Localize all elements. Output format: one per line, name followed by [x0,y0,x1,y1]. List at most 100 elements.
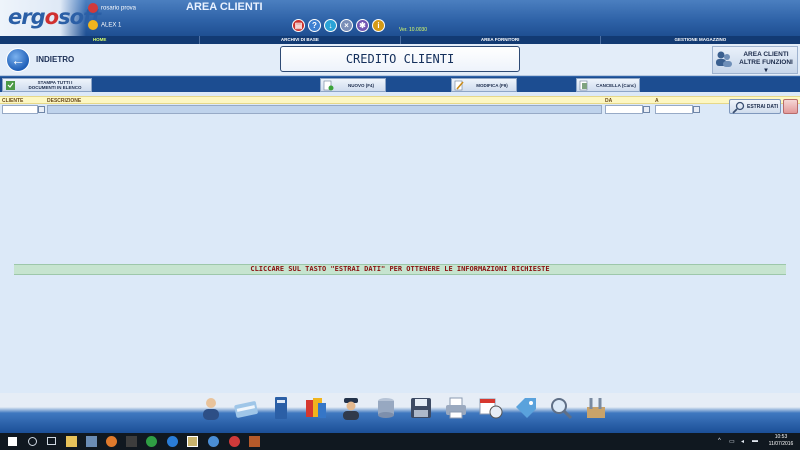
logo-area: ergosoft [0,0,101,36]
clock-time: 10:53 [774,434,788,440]
page-title: CREDITO CLIENTI [280,46,520,72]
app-icon[interactable] [249,436,260,447]
volume-icon[interactable]: ◂ [741,438,744,445]
header-icons: ▤ ? ↓ × ✱ i [292,19,385,32]
print-list-icon [6,80,15,90]
area-title: AREA CLIENTI [186,1,263,13]
close-icon[interactable]: × [340,19,353,32]
info-message: CLICCARE SUL TASTO "ESTRAI DATI" PER OTT… [14,264,786,275]
company-name: rosario prova [101,5,137,12]
app-icon[interactable] [86,436,97,447]
delete-label: CANCELLA (Canc) [596,82,636,88]
cliente-input[interactable] [2,105,38,114]
colors-icon[interactable] [303,395,329,421]
print-all-line2: DOCUMENTI IN ELENCO [28,85,82,90]
user-line: ALEX 1 [88,20,121,30]
binder-icon[interactable] [268,395,294,421]
new-button[interactable]: NUOVO (F4) [320,78,386,92]
ergosoft-logo: ergosoft [8,5,101,29]
home-icon [88,3,98,13]
menu-item-archivi[interactable]: ARCHIVI DI BASE [200,36,401,44]
modify-label: MODIFICA (F9) [476,82,508,88]
calendar-clock-icon[interactable] [478,395,504,421]
a-label: A [655,98,659,104]
other-functions-label: AREA CLIENTI ALTRE FUNZIONI ▾ [735,51,797,75]
version-label: Ver. 10.0030 [399,27,428,33]
price-tag-icon[interactable] [513,395,539,421]
cortana-icon[interactable] [28,437,37,446]
cliente-label: CLIENTE [2,98,24,104]
menu-item-home[interactable]: HOME [0,36,201,44]
download-icon[interactable]: ↓ [324,19,337,32]
extract-label: ESTRAI DATI [747,104,779,110]
store-icon[interactable] [126,436,137,447]
settings-icon[interactable]: ✱ [356,19,369,32]
app-icon[interactable] [229,436,240,447]
search-icon[interactable] [548,395,574,421]
user-icon [88,20,98,30]
clear-filters-button[interactable] [783,99,798,114]
network-icon[interactable]: ▭ [729,438,735,445]
delete-button[interactable]: CANCELLA (Canc) [576,78,640,92]
title-row: ← INDIETRO CREDITO CLIENTI AREA CLIENTI … [0,44,800,76]
back-label[interactable]: INDIETRO [36,55,74,64]
payment-card-icon[interactable] [233,395,259,421]
database-icon[interactable] [373,395,399,421]
help-icon[interactable]: ? [308,19,321,32]
chevron-down-icon: ▾ [764,67,768,74]
info-icon[interactable]: i [372,19,385,32]
user-name: ALEX 1 [101,22,122,29]
modify-button[interactable]: MODIFICA (F9) [451,78,517,92]
extract-data-button[interactable]: ESTRAI DATI [729,99,781,114]
chrome-icon[interactable] [146,436,157,447]
ie-icon[interactable] [167,436,178,447]
delete-document-icon [579,80,588,90]
os-taskbar: ^ ▭ ◂ ▬ 10:53 11/07/2016 [0,433,800,450]
keyboard-icon[interactable]: ▬ [752,438,758,444]
task-view-icon[interactable] [47,437,56,445]
filter-header: CLIENTE DESCRIZIONE DA A [0,96,800,104]
firefox-icon[interactable] [106,436,117,447]
chevron-up-icon[interactable]: ^ [718,438,721,444]
pdf-icon[interactable]: ▤ [292,19,305,32]
taskbar-clock[interactable]: 10:53 11/07/2016 [766,434,796,448]
clock-date: 11/07/2016 [768,441,794,447]
date-to-input[interactable] [655,105,693,114]
arrow-left-icon: ← [11,52,25,68]
agent-icon[interactable] [338,395,364,421]
print-all-button[interactable]: STAMPA TUTTI I DOCUMENTI IN ELENCO [2,78,92,92]
extract-icon [732,101,745,114]
descrizione-label: DESCRIZIONE [47,98,82,104]
other-functions-line1: AREA CLIENTI [743,51,789,58]
menu-item-magazzino[interactable]: GESTIONE MAGAZZINO [601,36,800,44]
bottom-dock [0,393,800,433]
app-header: ergosoft rosario prova ALEX 1 AREA CLIEN… [0,0,800,36]
action-toolbar: STAMPA TUTTI I DOCUMENTI IN ELENCO NUOVO… [0,76,800,92]
search-client-icon[interactable] [38,106,45,113]
descrizione-input[interactable] [47,105,602,114]
file-explorer-icon[interactable] [66,436,77,447]
edit-icon [454,80,464,90]
printer-icon[interactable] [443,395,469,421]
company-line: rosario prova [88,3,136,13]
app-icon[interactable] [208,436,219,447]
other-functions-button[interactable]: AREA CLIENTI ALTRE FUNZIONI ▾ [712,46,798,74]
add-document-icon [323,80,334,90]
back-button[interactable]: ← [6,48,30,72]
users-icon [716,51,732,67]
main-menu: HOME ARCHIVI DI BASE AREA FORNITORI GEST… [0,36,800,44]
save-icon[interactable] [408,395,434,421]
start-icon[interactable] [8,437,17,446]
new-label: NUOVO (F4) [347,82,374,88]
tools-icon[interactable] [583,395,609,421]
calendar-icon[interactable] [643,106,650,113]
date-from-input[interactable] [605,105,643,114]
da-label: DA [605,98,613,104]
other-functions-line2: ALTRE FUNZIONI [739,59,793,66]
calendar-icon[interactable] [693,106,700,113]
clients-icon[interactable] [198,395,224,421]
logo-text-o: o [44,5,59,29]
ergosoft-taskbar-icon[interactable] [187,436,198,447]
dock-icons [198,395,609,421]
menu-item-fornitori[interactable]: AREA FORNITORI [401,36,601,44]
